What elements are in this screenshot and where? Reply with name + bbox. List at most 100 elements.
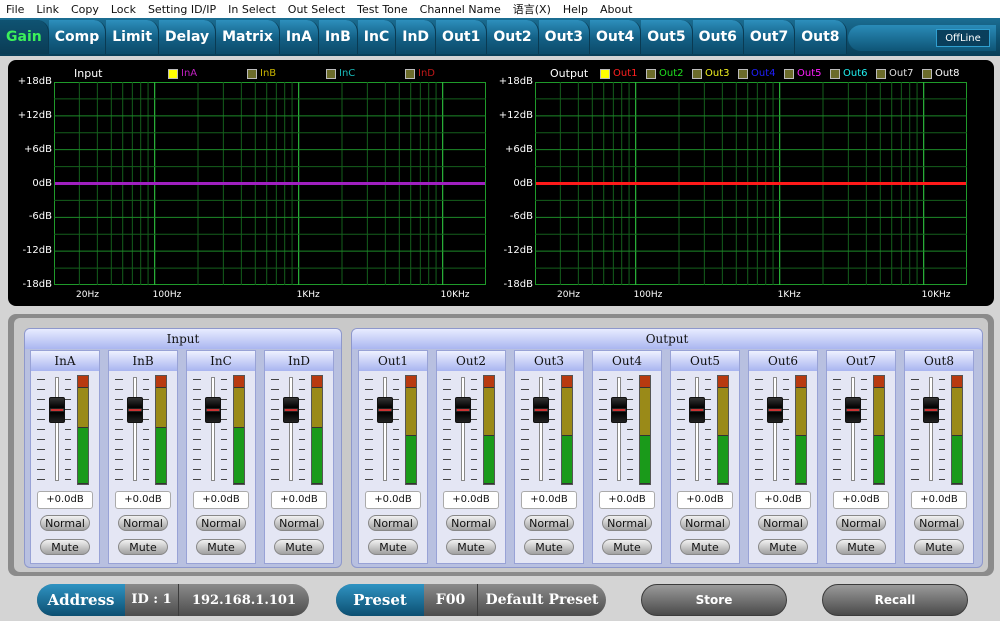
fader-knob[interactable] bbox=[611, 397, 627, 423]
mute-button[interactable]: Mute bbox=[40, 539, 90, 555]
fader-knob[interactable] bbox=[533, 397, 549, 423]
tab-out4[interactable]: Out4 bbox=[589, 20, 642, 54]
channel-name-inb[interactable]: InB bbox=[109, 351, 177, 371]
menu-item-test-tone[interactable]: Test Tone bbox=[351, 3, 413, 16]
output-legend-checkbox-out3[interactable] bbox=[692, 68, 702, 79]
normal-phase-button[interactable]: Normal bbox=[836, 515, 886, 531]
mute-button[interactable]: Mute bbox=[602, 539, 652, 555]
fader-track[interactable] bbox=[211, 377, 215, 481]
fader-track[interactable] bbox=[851, 377, 855, 481]
fader-track[interactable] bbox=[929, 377, 933, 481]
channel-name-out2[interactable]: Out2 bbox=[437, 351, 505, 371]
tab-inc[interactable]: InC bbox=[357, 20, 397, 54]
output-legend-checkbox-out5[interactable] bbox=[784, 68, 794, 79]
tab-out8[interactable]: Out8 bbox=[795, 20, 847, 54]
channel-name-out8[interactable]: Out8 bbox=[905, 351, 973, 371]
input-legend-checkbox-inb[interactable] bbox=[247, 68, 257, 79]
tab-out3[interactable]: Out3 bbox=[538, 20, 590, 54]
input-legend-item-inb[interactable]: InB bbox=[247, 68, 276, 79]
channel-name-out3[interactable]: Out3 bbox=[515, 351, 583, 371]
fader-track[interactable] bbox=[289, 377, 293, 481]
mute-button[interactable]: Mute bbox=[118, 539, 168, 555]
fader-knob[interactable] bbox=[845, 397, 861, 423]
output-legend-checkbox-out1[interactable] bbox=[600, 68, 610, 79]
normal-phase-button[interactable]: Normal bbox=[368, 515, 418, 531]
tab-comp[interactable]: Comp bbox=[48, 20, 107, 54]
channel-name-ina[interactable]: InA bbox=[31, 351, 99, 371]
channel-name-inc[interactable]: InC bbox=[187, 351, 255, 371]
normal-phase-button[interactable]: Normal bbox=[758, 515, 808, 531]
output-legend-item-out8[interactable]: Out8 bbox=[922, 68, 960, 79]
tab-limit[interactable]: Limit bbox=[106, 20, 160, 54]
menu-item-x[interactable]: 语言(X) bbox=[507, 1, 557, 17]
input-legend-checkbox-ina[interactable] bbox=[168, 68, 178, 79]
menu-item-copy[interactable]: Copy bbox=[65, 3, 105, 16]
normal-phase-button[interactable]: Normal bbox=[274, 515, 324, 531]
tab-delay[interactable]: Delay bbox=[159, 20, 217, 54]
tab-ind[interactable]: InD bbox=[396, 20, 437, 54]
gain-value-field[interactable]: +0.0dB bbox=[911, 491, 967, 509]
mute-button[interactable]: Mute bbox=[274, 539, 324, 555]
gain-value-field[interactable]: +0.0dB bbox=[677, 491, 733, 509]
menu-item-out-select[interactable]: Out Select bbox=[282, 3, 351, 16]
store-button[interactable]: Store bbox=[641, 584, 787, 616]
mute-button[interactable]: Mute bbox=[446, 539, 496, 555]
normal-phase-button[interactable]: Normal bbox=[914, 515, 964, 531]
output-legend-item-out1[interactable]: Out1 bbox=[600, 68, 638, 79]
gain-value-field[interactable]: +0.0dB bbox=[193, 491, 249, 509]
input-legend-item-inc[interactable]: InC bbox=[326, 68, 355, 79]
fader-knob[interactable] bbox=[377, 397, 393, 423]
output-legend-item-out5[interactable]: Out5 bbox=[784, 68, 822, 79]
menu-item-channel-name[interactable]: Channel Name bbox=[414, 3, 507, 16]
tab-inb[interactable]: InB bbox=[318, 20, 358, 54]
fader-track[interactable] bbox=[617, 377, 621, 481]
menu-item-in-select[interactable]: In Select bbox=[222, 3, 282, 16]
normal-phase-button[interactable]: Normal bbox=[40, 515, 90, 531]
fader-knob[interactable] bbox=[283, 397, 299, 423]
normal-phase-button[interactable]: Normal bbox=[680, 515, 730, 531]
menu-item-help[interactable]: Help bbox=[557, 3, 594, 16]
fader-knob[interactable] bbox=[127, 397, 143, 423]
normal-phase-button[interactable]: Normal bbox=[524, 515, 574, 531]
fader-knob[interactable] bbox=[689, 397, 705, 423]
output-legend-checkbox-out7[interactable] bbox=[876, 68, 886, 79]
mute-button[interactable]: Mute bbox=[524, 539, 574, 555]
tab-out7[interactable]: Out7 bbox=[743, 20, 796, 54]
gain-value-field[interactable]: +0.0dB bbox=[37, 491, 93, 509]
normal-phase-button[interactable]: Normal bbox=[196, 515, 246, 531]
channel-name-out1[interactable]: Out1 bbox=[359, 351, 427, 371]
fader-track[interactable] bbox=[773, 377, 777, 481]
fader-knob[interactable] bbox=[455, 397, 471, 423]
channel-name-out7[interactable]: Out7 bbox=[827, 351, 895, 371]
normal-phase-button[interactable]: Normal bbox=[118, 515, 168, 531]
output-legend-item-out3[interactable]: Out3 bbox=[692, 68, 730, 79]
channel-name-ind[interactable]: InD bbox=[265, 351, 333, 371]
normal-phase-button[interactable]: Normal bbox=[602, 515, 652, 531]
input-legend-item-ina[interactable]: InA bbox=[168, 68, 197, 79]
tab-out6[interactable]: Out6 bbox=[692, 20, 744, 54]
fader-track[interactable] bbox=[55, 377, 59, 481]
tab-ina[interactable]: InA bbox=[279, 20, 319, 54]
output-legend-checkbox-out8[interactable] bbox=[922, 68, 932, 79]
normal-phase-button[interactable]: Normal bbox=[446, 515, 496, 531]
input-legend-checkbox-inc[interactable] bbox=[326, 68, 336, 79]
fader-track[interactable] bbox=[695, 377, 699, 481]
output-legend-checkbox-out2[interactable] bbox=[646, 68, 656, 79]
channel-name-out4[interactable]: Out4 bbox=[593, 351, 661, 371]
fader-track[interactable] bbox=[539, 377, 543, 481]
gain-value-field[interactable]: +0.0dB bbox=[599, 491, 655, 509]
fader-track[interactable] bbox=[383, 377, 387, 481]
gain-value-field[interactable]: +0.0dB bbox=[755, 491, 811, 509]
gain-value-field[interactable]: +0.0dB bbox=[271, 491, 327, 509]
menu-item-link[interactable]: Link bbox=[30, 3, 65, 16]
menu-item-file[interactable]: File bbox=[0, 3, 30, 16]
menu-item-about[interactable]: About bbox=[594, 3, 639, 16]
output-legend-item-out4[interactable]: Out4 bbox=[738, 68, 776, 79]
output-legend-item-out6[interactable]: Out6 bbox=[830, 68, 868, 79]
menu-item-setting-id-ip[interactable]: Setting ID/IP bbox=[142, 3, 222, 16]
tab-out1[interactable]: Out1 bbox=[436, 20, 488, 54]
channel-name-out5[interactable]: Out5 bbox=[671, 351, 739, 371]
input-legend-checkbox-ind[interactable] bbox=[405, 68, 415, 79]
mute-button[interactable]: Mute bbox=[836, 539, 886, 555]
output-legend-checkbox-out6[interactable] bbox=[830, 68, 840, 79]
